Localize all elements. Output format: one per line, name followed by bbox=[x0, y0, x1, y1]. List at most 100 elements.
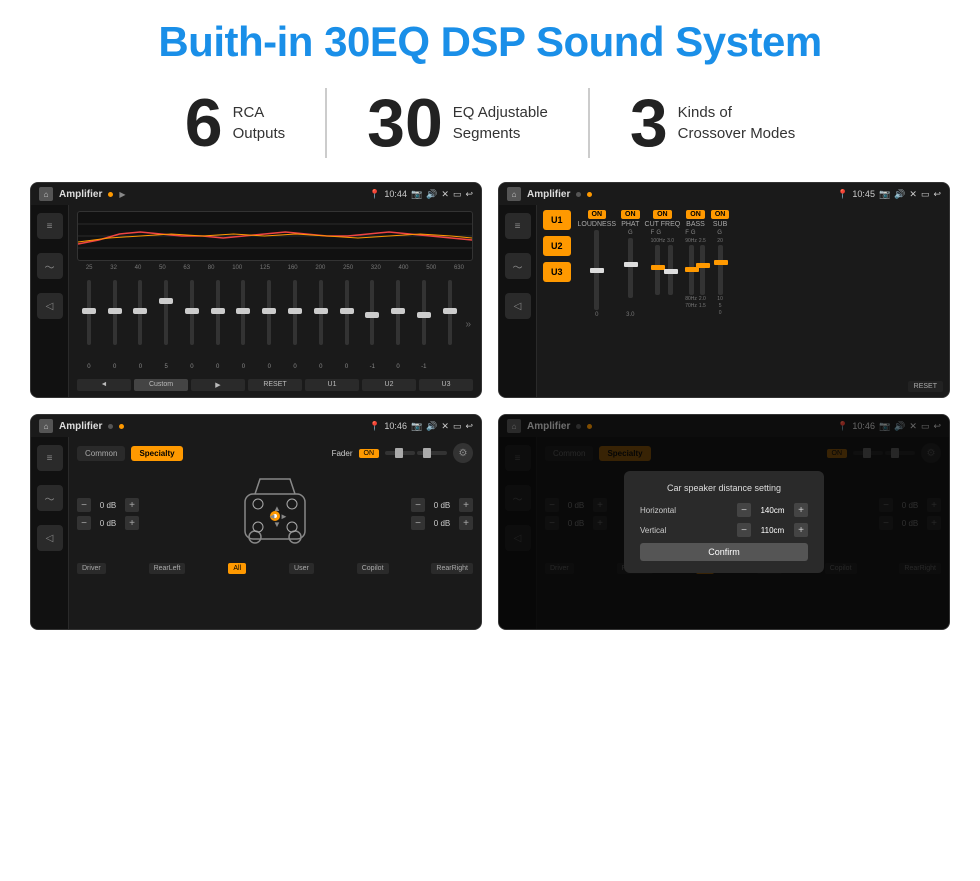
battery-icon-2: ▭ bbox=[921, 189, 930, 200]
eq-slider-3[interactable]: 5 bbox=[154, 280, 178, 370]
play-btn[interactable]: ▶ bbox=[191, 379, 245, 391]
back-icon: ↩ bbox=[465, 189, 473, 200]
fader-h-slider-1[interactable] bbox=[385, 451, 415, 455]
eq-slider-5[interactable]: 0 bbox=[206, 280, 230, 370]
reset-crossover-btn[interactable]: RESET bbox=[908, 381, 943, 392]
fader-h-slider-2[interactable] bbox=[417, 451, 447, 455]
eq-slider-2[interactable]: 0 bbox=[129, 280, 153, 370]
car-svg: ◄ ► ▲ ▼ bbox=[230, 469, 320, 559]
eq-arrow-right[interactable]: » bbox=[465, 319, 471, 330]
location-icon: 📍 bbox=[369, 189, 380, 200]
u3-btn-eq[interactable]: U3 bbox=[419, 379, 473, 391]
bass-section: ON BASS F G 90Hz bbox=[685, 210, 706, 392]
all-btn[interactable]: All bbox=[228, 563, 246, 574]
eq-slider-6[interactable]: 0 bbox=[232, 280, 256, 370]
eq-icon-btn[interactable]: ≡ bbox=[37, 213, 63, 239]
fader-area: Common Specialty Fader ON bbox=[69, 437, 481, 629]
u1-btn-eq[interactable]: U1 bbox=[305, 379, 359, 391]
volume-icon-2: 🔊 bbox=[894, 189, 905, 200]
eq-slider-10[interactable]: 0 bbox=[335, 280, 359, 370]
speaker-icon-btn-2[interactable]: ◁ bbox=[505, 293, 531, 319]
feature-rca: 6 RCA Outputs bbox=[145, 89, 325, 157]
fader-label: Fader bbox=[332, 449, 353, 458]
vertical-plus-btn[interactable]: + bbox=[794, 523, 808, 537]
u-buttons: U1 U2 U3 bbox=[543, 210, 571, 392]
eq-slider-1[interactable]: 0 bbox=[103, 280, 127, 370]
status-bar-eq: ⌂ Amplifier ▶ 📍 10:44 📷 🔊 ✕ ▭ ↩ bbox=[31, 183, 481, 205]
plus-btn-1[interactable]: + bbox=[125, 498, 139, 512]
location-icon-2: 📍 bbox=[837, 189, 848, 200]
fader-on-toggle[interactable]: ON bbox=[359, 449, 380, 458]
settings-icon[interactable]: ⚙ bbox=[453, 443, 473, 463]
rearright-btn[interactable]: RearRight bbox=[431, 563, 473, 574]
eq-icon-btn-2[interactable]: ≡ bbox=[505, 213, 531, 239]
app-title-eq: Amplifier bbox=[59, 189, 102, 200]
wave-icon-btn-2[interactable]: 〜 bbox=[505, 253, 531, 279]
feature-number-crossover: 3 bbox=[630, 89, 668, 157]
feature-crossover: 3 Kinds of Crossover Modes bbox=[590, 89, 835, 157]
wave-icon-btn[interactable]: 〜 bbox=[37, 253, 63, 279]
status-bar-crossover: ⌂ Amplifier 📍 10:45 📷 🔊 ✕ ▭ ↩ bbox=[499, 183, 949, 205]
svg-text:▲: ▲ bbox=[273, 504, 281, 513]
plus-btn-2[interactable]: + bbox=[125, 516, 139, 530]
eq-bottom-controls: ◄ Custom ▶ RESET U1 U2 U3 bbox=[77, 379, 473, 391]
home-icon-3[interactable]: ⌂ bbox=[39, 419, 53, 433]
dialog-box: Car speaker distance setting Horizontal … bbox=[624, 471, 824, 573]
battery-icon-3: ▭ bbox=[453, 421, 462, 432]
eq-sliders: 0 0 0 5 bbox=[77, 274, 473, 375]
user-btn[interactable]: User bbox=[289, 563, 314, 574]
eq-icon-btn-3[interactable]: ≡ bbox=[37, 445, 63, 471]
status-bar-fader: ⌂ Amplifier 📍 10:46 📷 🔊 ✕ ▭ ↩ bbox=[31, 415, 481, 437]
eq-slider-9[interactable]: 0 bbox=[309, 280, 333, 370]
home-icon-2[interactable]: ⌂ bbox=[507, 187, 521, 201]
common-tab[interactable]: Common bbox=[77, 446, 125, 461]
vertical-label: Vertical bbox=[640, 526, 666, 535]
eq-slider-11[interactable]: -1 bbox=[360, 280, 384, 370]
specialty-tab[interactable]: Specialty bbox=[131, 446, 182, 461]
horizontal-minus-btn[interactable]: − bbox=[737, 503, 751, 517]
prev-btn[interactable]: ◄ bbox=[77, 379, 131, 391]
rearleft-btn[interactable]: RearLeft bbox=[149, 563, 186, 574]
u2-btn-eq[interactable]: U2 bbox=[362, 379, 416, 391]
crossover-side-controls: ≡ 〜 ◁ bbox=[499, 205, 537, 397]
eq-slider-14[interactable] bbox=[438, 280, 462, 370]
time-eq: 10:44 bbox=[384, 189, 407, 199]
eq-slider-13[interactable]: -1 bbox=[412, 280, 436, 370]
minus-btn-2[interactable]: − bbox=[77, 516, 91, 530]
feature-number-eq: 30 bbox=[367, 89, 443, 157]
u2-crossover-btn[interactable]: U2 bbox=[543, 236, 571, 256]
plus-btn-3[interactable]: + bbox=[459, 498, 473, 512]
vertical-minus-btn[interactable]: − bbox=[737, 523, 751, 537]
u1-crossover-btn[interactable]: U1 bbox=[543, 210, 571, 230]
u3-crossover-btn[interactable]: U3 bbox=[543, 262, 571, 282]
svg-text:▼: ▼ bbox=[273, 520, 281, 529]
driver-btn[interactable]: Driver bbox=[77, 563, 106, 574]
fader-content: ≡ 〜 ◁ Common Specialty Fader ON bbox=[31, 437, 481, 629]
eq-slider-0[interactable]: 0 bbox=[77, 280, 101, 370]
copilot-btn[interactable]: Copilot bbox=[357, 563, 389, 574]
minus-btn-4[interactable]: − bbox=[411, 516, 425, 530]
minus-btn-1[interactable]: − bbox=[77, 498, 91, 512]
back-icon-3: ↩ bbox=[465, 421, 473, 432]
dialog-title: Car speaker distance setting bbox=[640, 483, 808, 493]
minus-btn-3[interactable]: − bbox=[411, 498, 425, 512]
wave-icon-btn-3[interactable]: 〜 bbox=[37, 485, 63, 511]
eq-slider-4[interactable]: 0 bbox=[180, 280, 204, 370]
vertical-value: 110cm bbox=[755, 526, 790, 535]
fader-main-area: − 0 dB + − 0 dB + bbox=[77, 469, 473, 559]
feature-text-eq: EQ Adjustable Segments bbox=[453, 102, 548, 144]
eq-slider-7[interactable]: 0 bbox=[257, 280, 281, 370]
confirm-button[interactable]: Confirm bbox=[640, 543, 808, 561]
speaker-icon-btn-3[interactable]: ◁ bbox=[37, 525, 63, 551]
loudness-section: ON LOUDNESS 0 bbox=[578, 210, 617, 392]
plus-btn-4[interactable]: + bbox=[459, 516, 473, 530]
reset-btn-eq[interactable]: RESET bbox=[248, 379, 302, 391]
volume-icon: 🔊 bbox=[426, 189, 437, 200]
dialog-overlay: Car speaker distance setting Horizontal … bbox=[499, 415, 949, 629]
horizontal-plus-btn[interactable]: + bbox=[794, 503, 808, 517]
eq-slider-8[interactable]: 0 bbox=[283, 280, 307, 370]
eq-slider-12[interactable]: 0 bbox=[386, 280, 410, 370]
home-icon[interactable]: ⌂ bbox=[39, 187, 53, 201]
fader-screen: ⌂ Amplifier 📍 10:46 📷 🔊 ✕ ▭ ↩ ≡ bbox=[30, 414, 482, 630]
speaker-icon-btn[interactable]: ◁ bbox=[37, 293, 63, 319]
